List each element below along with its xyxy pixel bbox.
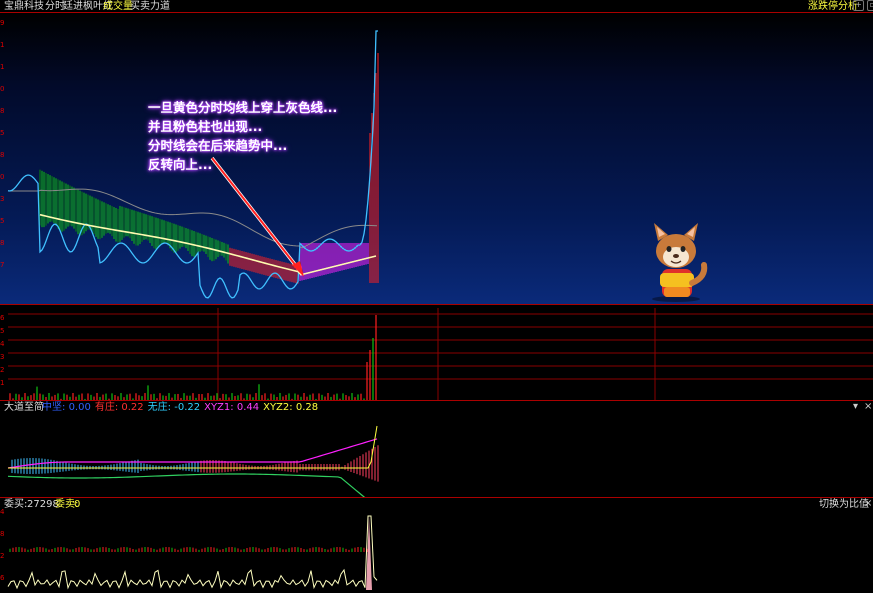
annotation-text: 一旦黄色分时均线上穿上灰色线... 并且粉色柱也出现... 分时线会在后来趋势中…	[148, 100, 338, 172]
indicator-item-label: 有庄:	[94, 402, 122, 413]
indicator-item-value: 0.44	[236, 402, 260, 413]
close-icon[interactable]: ×	[864, 401, 872, 413]
orders-header: 委买: 27298 委卖: 0 切换为比值 ×	[0, 498, 873, 510]
indicator-chart	[7, 425, 379, 497]
indicator-item-value: 0.22	[121, 402, 144, 413]
indicator-item-value: 0.28	[295, 402, 319, 413]
add-icon[interactable]: +	[853, 0, 864, 11]
indicator-header: 大道至简 中坚: 0.00 有庄: 0.22 无庄: -0.22 XYZ1: 0.44…	[0, 401, 873, 413]
expand-icon[interactable]: ▫	[867, 0, 873, 11]
price-chart	[7, 30, 379, 299]
orders-chart	[7, 515, 378, 590]
indicator-item-value: -0.22	[174, 402, 201, 413]
mascot-fox-image	[652, 223, 708, 302]
indicator-item-value: 0.00	[68, 402, 91, 413]
indicator-item-label: XYZ1:	[204, 402, 237, 413]
top-toolbar: 宝鼎科技 分时 廷进枫叶红 成交量 买卖力道 涨跌停分析 + ▫	[0, 0, 873, 12]
indicator-item-label: 中坚:	[42, 402, 69, 413]
dropdown-icon[interactable]: ▾	[853, 401, 858, 413]
indicator-item-label: 无庄:	[147, 402, 175, 413]
volume-chart	[8, 308, 873, 400]
orders-close-icon[interactable]: ×	[864, 498, 872, 510]
indicator-line	[7, 473, 366, 497]
chart-mark	[211, 157, 301, 272]
price-panel[interactable]: 911085803587 一旦黄色分时均线上穿上灰色线... 并且粉色柱也出现.…	[0, 12, 873, 305]
indicator-item-label: XYZ2:	[263, 402, 296, 413]
